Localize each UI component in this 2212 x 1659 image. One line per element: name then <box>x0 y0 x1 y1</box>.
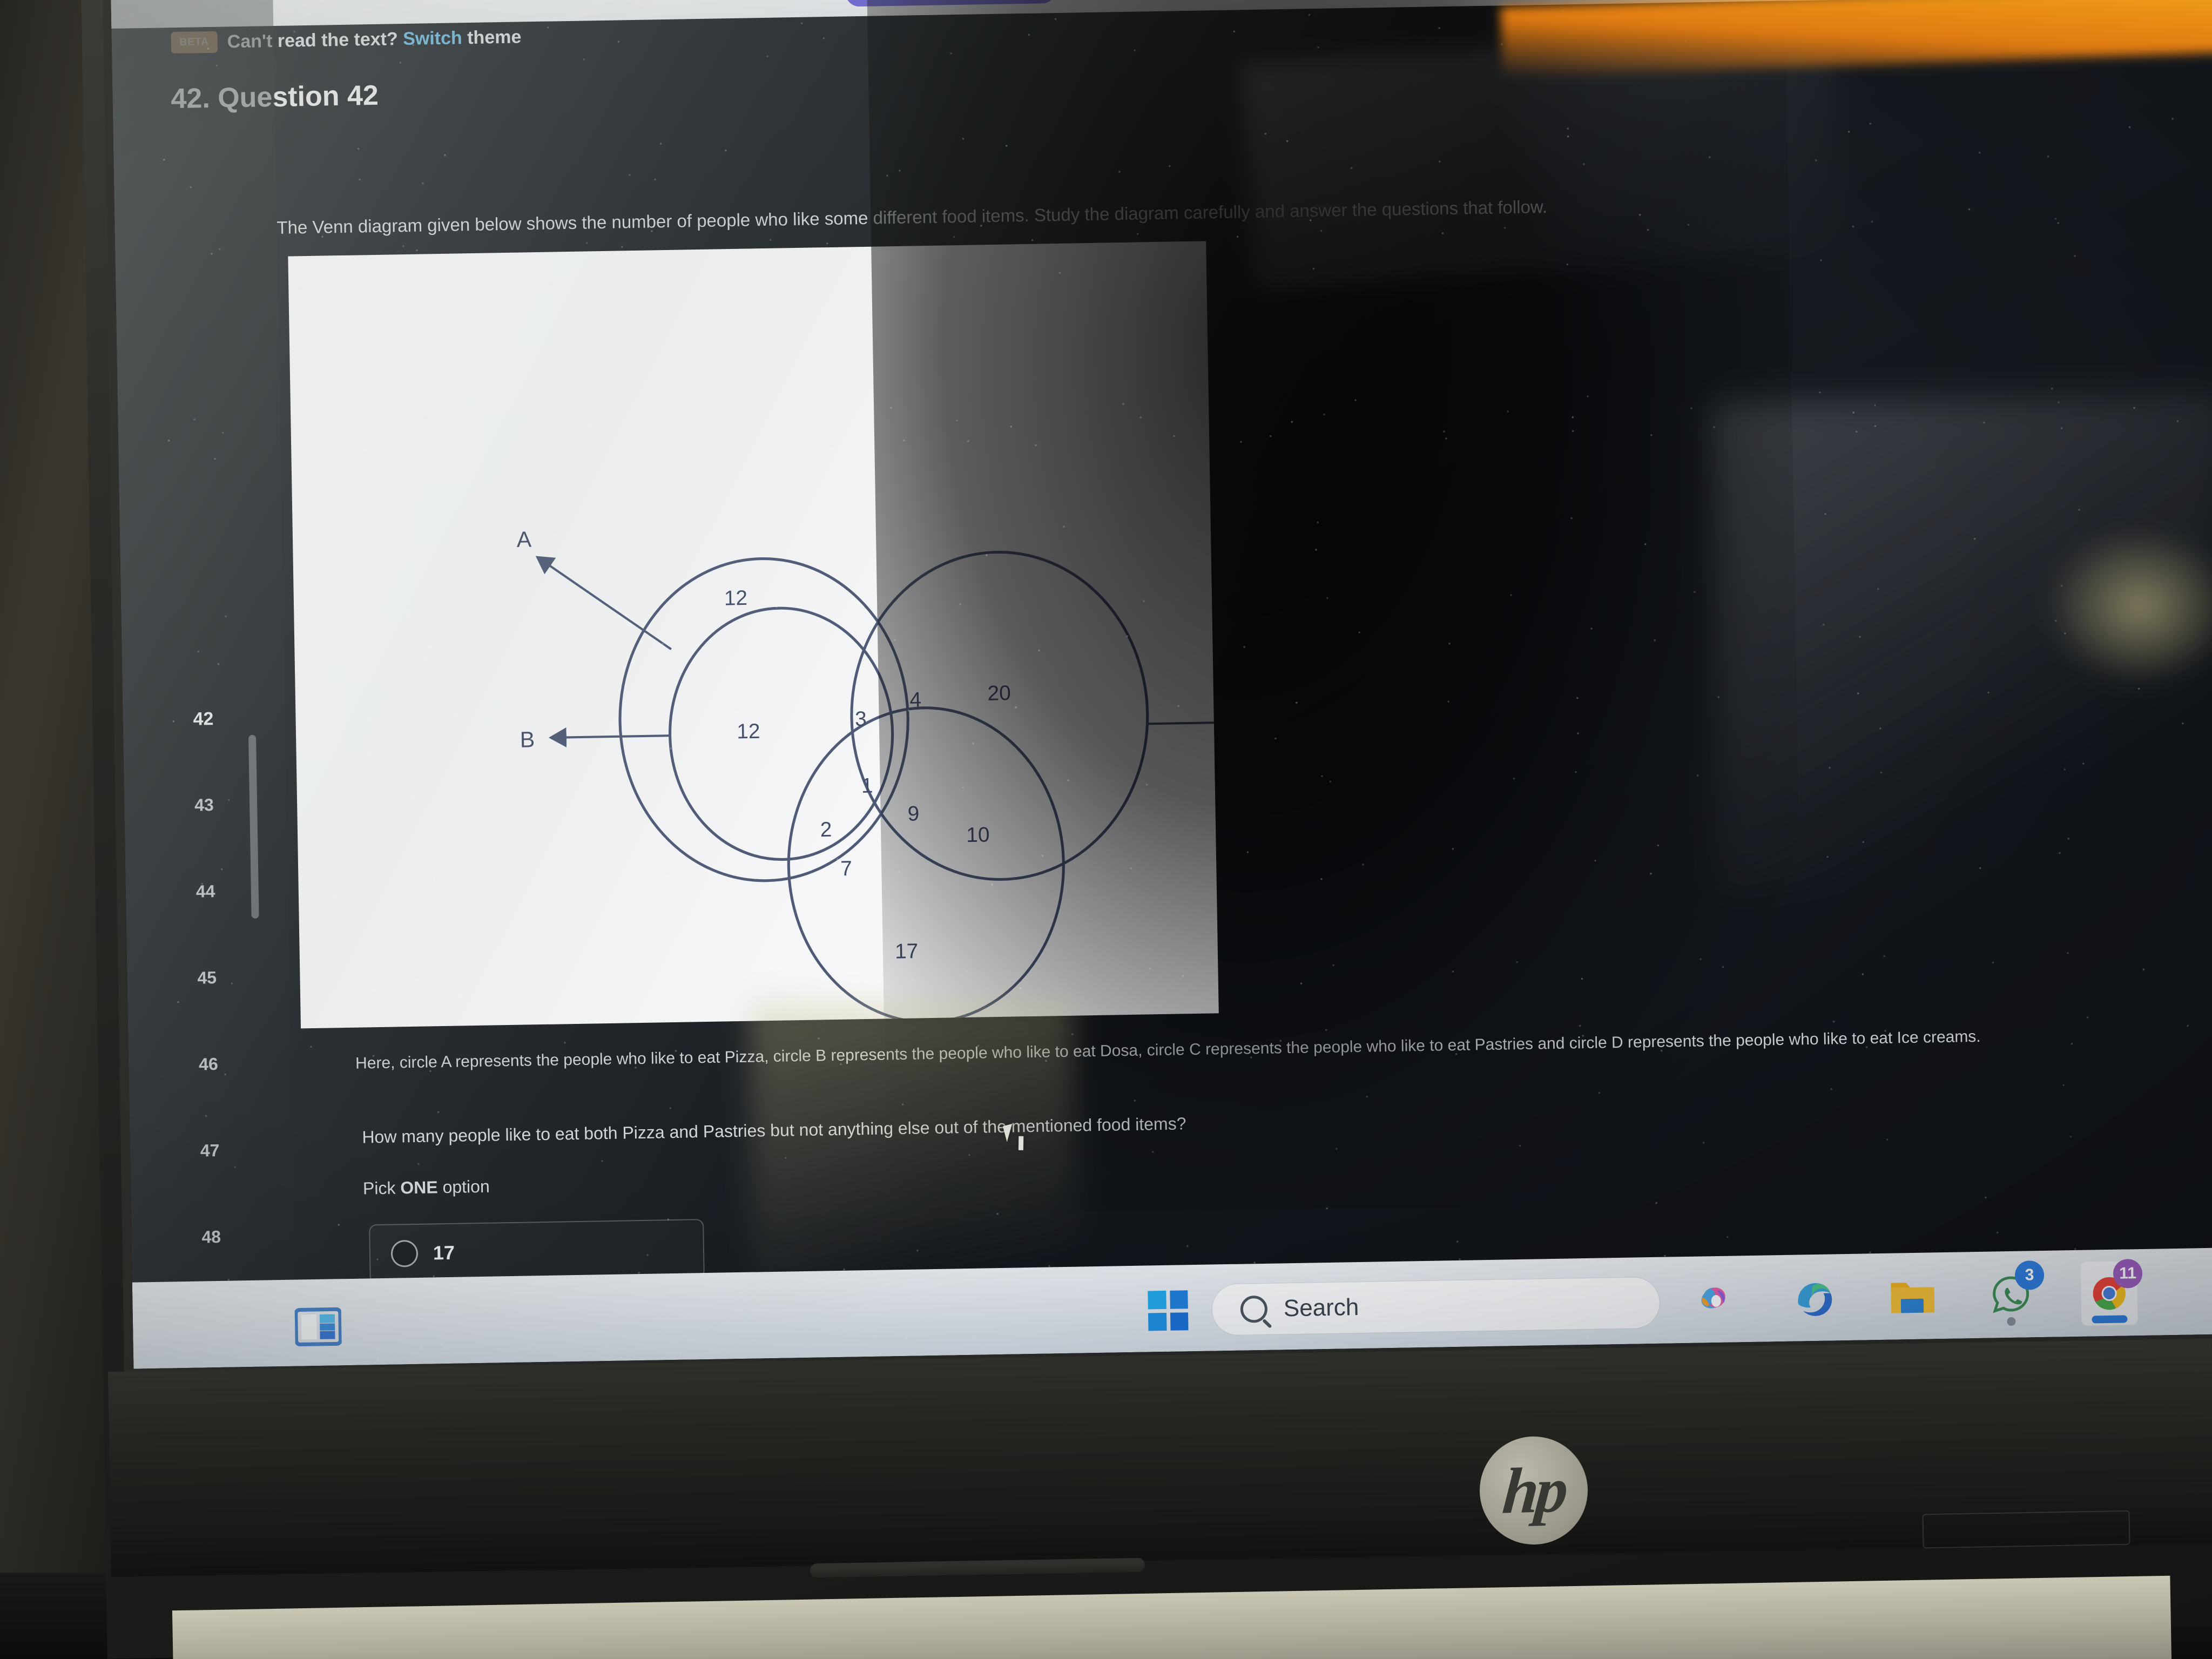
venn-value-a-c: 4 <box>909 688 921 711</box>
switch-theme-link[interactable]: Switch <box>403 28 462 49</box>
edge-icon[interactable] <box>1786 1266 1843 1331</box>
venn-value-b-c-d: 1 <box>861 774 873 797</box>
search-icon <box>1240 1295 1268 1323</box>
radio-button-icon[interactable] <box>390 1239 419 1267</box>
pick-bold: ONE <box>400 1177 438 1198</box>
pick-prefix: Pick <box>362 1178 401 1198</box>
rail-scrollbar[interactable] <box>248 734 259 919</box>
taskbar-center-group: Search <box>1148 1276 1661 1337</box>
taskbar-search-box[interactable]: Search <box>1211 1276 1661 1336</box>
rail-item-45[interactable]: 45 <box>197 968 217 988</box>
rail-item-43[interactable]: 43 <box>194 795 214 815</box>
copilot-icon[interactable] <box>1688 1267 1745 1332</box>
taskbar-app-icons: 3 11 <box>1688 1258 2143 1332</box>
photo-scene: Set as default BETA Can't read the text?… <box>0 0 2212 1659</box>
venn-value-c-d-out: 10 <box>966 823 990 847</box>
venn-circle-b <box>669 606 894 861</box>
venn-diagram-card: A B C D 12 12 3 4 20 1 9 2 10 7 17 <box>288 241 1219 1029</box>
venn-label-b: B <box>520 727 535 752</box>
venn-value-b-d: 2 <box>820 818 832 841</box>
laptop-screen: Set as default BETA Can't read the text?… <box>111 0 2212 1369</box>
venn-label-a: A <box>516 527 532 552</box>
chrome-badge: 11 <box>2113 1258 2143 1289</box>
laptop-hinge-strip <box>108 1338 2212 1577</box>
rail-item-46[interactable]: 46 <box>199 1054 218 1075</box>
whatsapp-icon[interactable]: 3 <box>1982 1260 2045 1327</box>
widgets-icon[interactable] <box>294 1307 343 1347</box>
venn-value-c-d: 9 <box>907 802 919 825</box>
chrome-icon[interactable]: 11 <box>2080 1258 2143 1326</box>
venn-value-a-only: 12 <box>724 586 748 610</box>
laptop-trackpad-edge <box>1922 1510 2130 1549</box>
venn-value-b-c: 3 <box>855 707 867 731</box>
rail-item-42[interactable]: 42 <box>193 709 213 730</box>
pick-one-instruction: Pick ONE option <box>363 1177 490 1199</box>
question-number-rail: 42 43 44 45 46 47 48 <box>111 0 296 1369</box>
answer-option-label: 17 <box>433 1241 455 1264</box>
whatsapp-badge: 3 <box>2014 1260 2045 1290</box>
pick-suffix: option <box>437 1176 490 1197</box>
leader-line-a <box>535 556 672 650</box>
leader-line-c <box>1147 721 1219 725</box>
venn-value-a-d: 7 <box>840 857 852 880</box>
venn-value-d-only: 17 <box>895 940 919 963</box>
whatsapp-running-dot <box>2007 1317 2016 1326</box>
hp-logo-text: hp <box>1500 1453 1568 1527</box>
rail-item-48[interactable]: 48 <box>201 1227 221 1247</box>
file-explorer-icon[interactable] <box>1884 1264 1941 1329</box>
venn-circle-c <box>850 550 1149 881</box>
venn-value-b-only: 12 <box>737 720 760 744</box>
rail-item-44[interactable]: 44 <box>196 881 215 902</box>
windows-start-icon[interactable] <box>1148 1290 1189 1331</box>
search-placeholder: Search <box>1283 1294 1359 1322</box>
chrome-active-indicator <box>2092 1315 2128 1324</box>
venn-diagram-svg: A B C D 12 12 3 4 20 1 9 2 10 7 17 <box>516 527 1219 1029</box>
rail-item-47[interactable]: 47 <box>200 1141 219 1161</box>
leader-line-b <box>548 727 670 747</box>
theme-hint-text-after: theme <box>467 26 522 48</box>
venn-value-c-only: 20 <box>987 682 1011 705</box>
